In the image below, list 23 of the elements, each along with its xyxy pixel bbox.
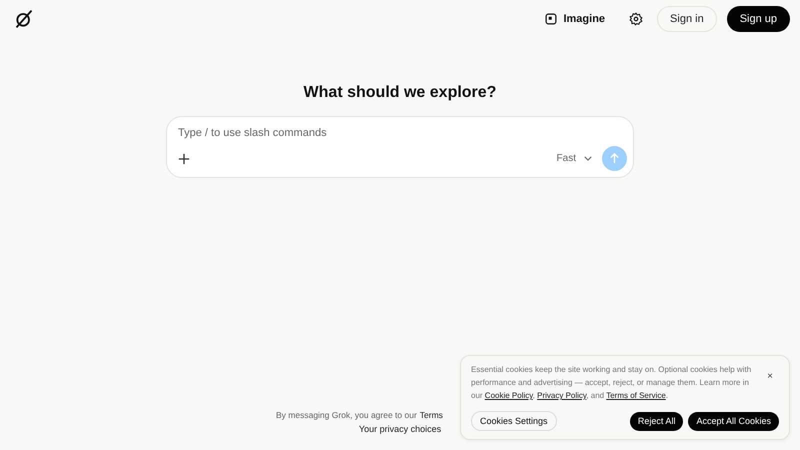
arrow-up-icon — [609, 153, 620, 164]
page-heading: What should we explore? — [304, 84, 496, 102]
privacy-choices-link[interactable]: Your privacy choices — [358, 424, 442, 434]
imagine-button[interactable]: Imagine — [539, 9, 612, 29]
image-icon — [545, 13, 558, 25]
accept-all-button[interactable]: Accept All Cookies — [688, 412, 779, 430]
sign-up-button[interactable]: Sign up — [726, 6, 790, 32]
model-dropdown[interactable]: Fast — [552, 150, 596, 167]
cookie-notice: Essential cookies keep the site working and stay on. Optional cookies help with performance and advertising — accept, reject, or manage them. Learn more in our Cookie Policy, Privacy Policy, and Terms of Service. — [471, 364, 752, 402]
chevron-down-icon — [584, 156, 592, 161]
terms-link[interactable]: Terms — [420, 410, 443, 420]
policy-link[interactable]: Cookie Policy — [484, 391, 533, 400]
policy-link[interactable]: Privacy Policy — [537, 391, 586, 400]
message-input[interactable]: Type / to use slash commands — [178, 125, 627, 141]
close-button[interactable]: × — [761, 368, 779, 384]
plus-icon[interactable] — [178, 152, 190, 164]
policy-link[interactable]: Terms of Service — [606, 391, 666, 400]
reject-all-button[interactable]: Reject All — [630, 412, 684, 430]
terms-notice: By messaging Grok, you agree to our — [276, 410, 417, 420]
cookies-settings-button[interactable]: Cookies Settings — [471, 411, 557, 431]
sign-in-button[interactable]: Sign in — [657, 6, 717, 32]
logo-icon[interactable] — [14, 9, 34, 29]
settings-icon[interactable] — [629, 12, 644, 26]
